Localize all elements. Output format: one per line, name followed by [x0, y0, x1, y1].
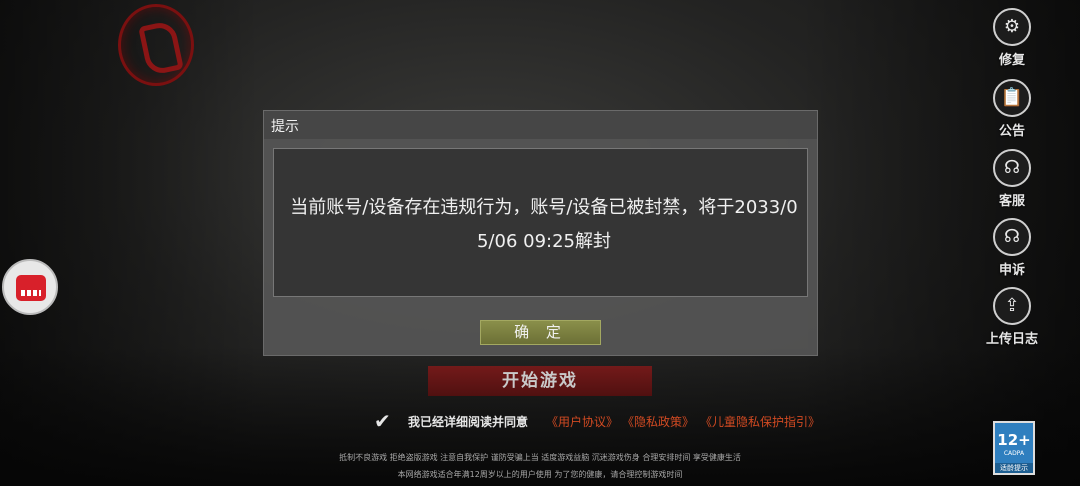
user-agreement-link[interactable]: 《用户协议》 — [546, 413, 618, 430]
health-notice-line-2: 本网络游戏适合年满12周岁以上的用户使用 为了您的健康，请合理控制游戏时间 — [397, 470, 683, 479]
checkmark-icon[interactable]: ✔ — [374, 410, 398, 432]
upload-log-icon: ⇪ — [993, 287, 1031, 325]
customer-service-icon: ☊ — [993, 149, 1031, 187]
start-game-button[interactable]: 开始游戏 — [428, 366, 652, 396]
dialog-message: 当前账号/设备存在违规行为，账号/设备已被封禁，将于2033/05/06 09:… — [290, 197, 798, 252]
confirm-button[interactable]: 确 定 — [480, 320, 601, 345]
repair-icon: ⚙ — [993, 8, 1031, 46]
age-rating-number: 12+ — [997, 431, 1031, 449]
age-rating-org: CADPA — [1003, 450, 1025, 457]
menu-item-upload-log[interactable]: ⇪ 上传日志 — [980, 287, 1044, 347]
ban-notice-dialog: 提示 当前账号/设备存在违规行为，账号/设备已被封禁，将于2033/05/06 … — [263, 110, 818, 356]
floating-assistant-button[interactable] — [2, 259, 58, 315]
menu-item-announcement[interactable]: 📋 公告 — [980, 79, 1044, 139]
agreement-text: 我已经详细阅读并同意 — [408, 415, 529, 429]
health-notice-line-1: 抵制不良游戏 拒绝盗版游戏 注意自我保护 谨防受骗上当 适度游戏益脑 沉迷游戏伤… — [339, 453, 741, 462]
agreement-row: ✔ 我已经详细阅读并同意 《用户协议》 《隐私政策》 《儿童隐私保护指引》 — [374, 410, 834, 432]
game-logo — [118, 4, 194, 86]
menu-label-upload-log: 上传日志 — [985, 332, 1038, 347]
menu-label-repair: 修复 — [998, 53, 1025, 68]
menu-item-repair[interactable]: ⚙ 修复 — [980, 8, 1044, 68]
dialog-body: 当前账号/设备存在违规行为，账号/设备已被封禁，将于2033/05/06 09:… — [273, 148, 808, 297]
menu-label-customer-service: 客服 — [998, 194, 1025, 209]
age-rating-label: 适龄提示 — [995, 463, 1033, 473]
menu-label-appeal: 申诉 — [998, 263, 1025, 278]
age-rating-badge[interactable]: 12+ CADPA 适龄提示 — [993, 421, 1035, 475]
assistant-icon — [16, 275, 46, 301]
menu-item-customer-service[interactable]: ☊ 客服 — [980, 149, 1044, 209]
dialog-title-bar: 提示 — [264, 111, 817, 139]
privacy-policy-link[interactable]: 《隐私政策》 — [622, 413, 694, 430]
appeal-icon: ☊ — [993, 218, 1031, 256]
announcement-icon: 📋 — [993, 79, 1031, 117]
menu-item-appeal[interactable]: ☊ 申诉 — [980, 218, 1044, 278]
child-privacy-link[interactable]: 《儿童隐私保护指引》 — [700, 413, 820, 430]
dialog-title: 提示 — [271, 119, 299, 135]
menu-label-announcement: 公告 — [998, 124, 1025, 139]
